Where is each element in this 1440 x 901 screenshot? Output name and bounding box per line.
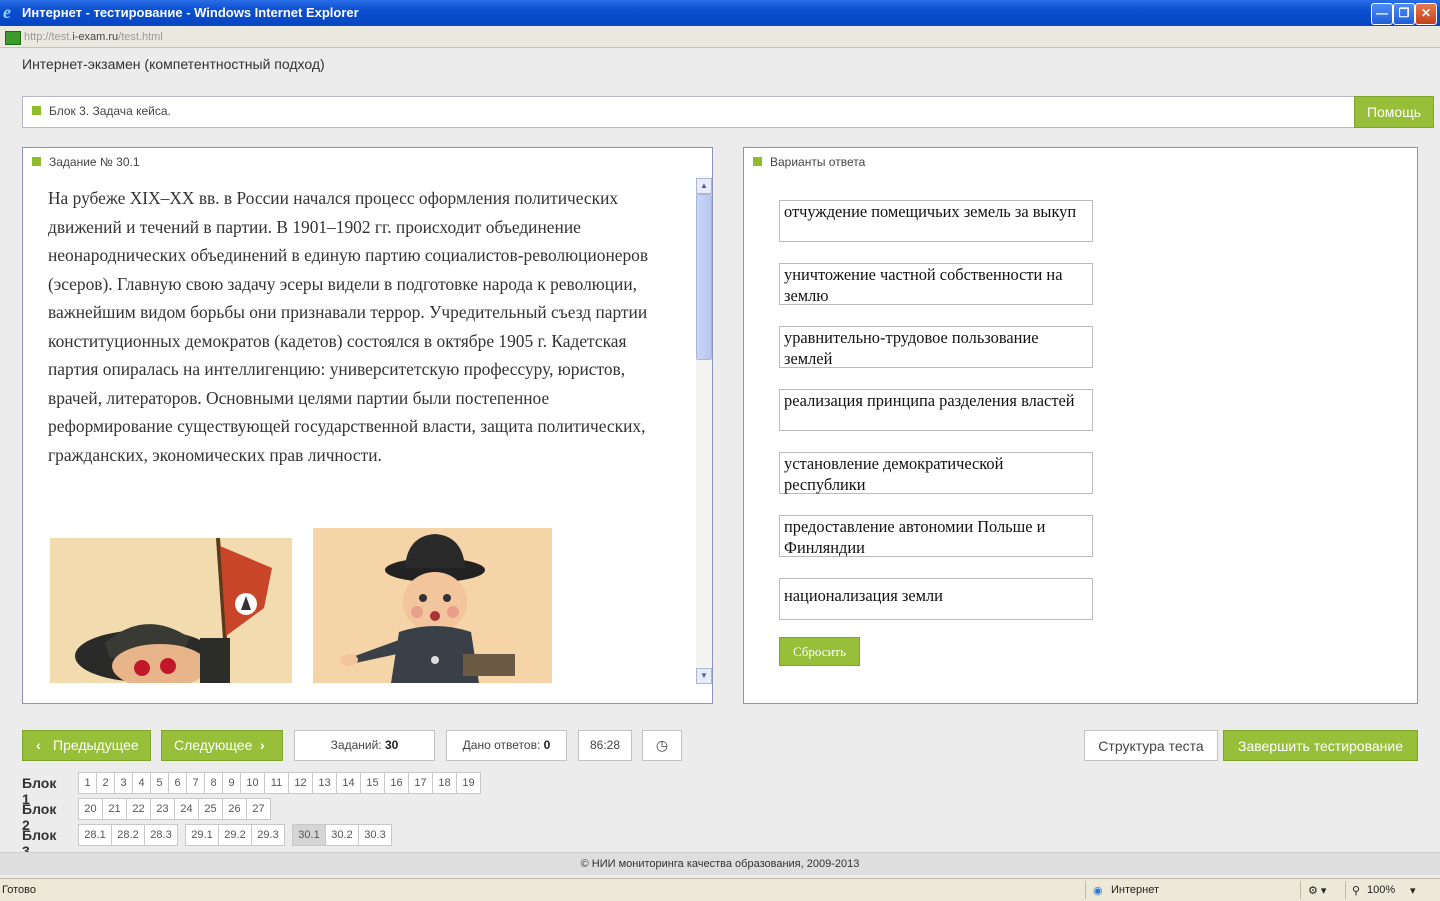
zone-text: Интернет	[1111, 884, 1159, 896]
task-number-27[interactable]: 27	[246, 798, 271, 820]
previous-button[interactable]: ‹ Предыдущее	[22, 730, 151, 761]
task-number-30.2[interactable]: 30.2	[325, 824, 359, 846]
ie-logo-icon: e	[3, 2, 11, 22]
green-square-icon	[32, 106, 41, 115]
task-number-16[interactable]: 16	[384, 772, 409, 794]
task-number-5[interactable]: 5	[150, 772, 169, 794]
task-number-3[interactable]: 3	[114, 772, 133, 794]
status-bar: Готово ◉ Интернет ⚙ ▾ ⚲ 100% ▾	[0, 878, 1440, 901]
test-structure-button[interactable]: Структура теста	[1084, 730, 1218, 761]
task-number-30.1[interactable]: 30.1	[292, 824, 326, 846]
task-number-24[interactable]: 24	[174, 798, 199, 820]
next-label: Следующее	[174, 737, 253, 753]
page-icon	[5, 31, 21, 45]
task-number-8[interactable]: 8	[204, 772, 223, 794]
answered-counter: Дано ответов: 0	[446, 730, 567, 761]
task-number-15[interactable]: 15	[360, 772, 385, 794]
task-number-19[interactable]: 19	[456, 772, 481, 794]
task-number-12[interactable]: 12	[288, 772, 313, 794]
page-title: Интернет-экзамен (компетентностный подхо…	[22, 56, 325, 72]
window-title: Интернет - тестирование - Windows Intern…	[22, 5, 359, 20]
tasks-counter: Заданий: 30	[294, 730, 435, 761]
scroll-up-icon[interactable]: ▲	[696, 178, 712, 194]
task-number-22[interactable]: 22	[126, 798, 151, 820]
task-number-30.3[interactable]: 30.3	[358, 824, 392, 846]
clock-icon[interactable]: ◷	[642, 730, 682, 761]
task-number-21[interactable]: 21	[102, 798, 127, 820]
task-number-13[interactable]: 13	[312, 772, 337, 794]
finish-test-button[interactable]: Завершить тестирование	[1223, 730, 1418, 761]
previous-label: Предыдущее	[53, 737, 139, 753]
chevron-left-icon: ‹	[36, 737, 41, 753]
task-number-29.3[interactable]: 29.3	[251, 824, 285, 846]
task-group: 28.1 28.2 28.3	[78, 824, 178, 846]
protected-mode-icon[interactable]: ⚙ ▾	[1308, 884, 1326, 897]
zoom-icon: ⚲	[1352, 885, 1361, 897]
zoom-dropdown-icon[interactable]: ▾	[1410, 884, 1416, 897]
status-text: Готово	[2, 884, 36, 896]
task-number-26[interactable]: 26	[222, 798, 247, 820]
timer: 86:28	[578, 730, 632, 761]
answer-option[interactable]: установление демократической республики	[779, 452, 1093, 494]
task-number-28.1[interactable]: 28.1	[78, 824, 112, 846]
green-square-icon	[753, 157, 762, 166]
task-number-28.2[interactable]: 28.2	[111, 824, 145, 846]
zoom-level[interactable]: 100%	[1367, 884, 1395, 896]
answer-option[interactable]: отчуждение помещичьих земель за выкуп	[779, 200, 1093, 242]
caricature-image-cadet	[313, 528, 552, 683]
address-bar[interactable]: http://test.i-exam.ru/test.html	[0, 27, 1440, 48]
task-number-23[interactable]: 23	[150, 798, 175, 820]
task-number-4[interactable]: 4	[132, 772, 151, 794]
globe-icon: ◉	[1093, 885, 1103, 897]
footer-copyright: © НИИ мониторинга качества образования, …	[0, 852, 1440, 875]
task-number-1[interactable]: 1	[78, 772, 97, 794]
task-number-17[interactable]: 17	[408, 772, 433, 794]
task-number-25[interactable]: 25	[198, 798, 223, 820]
task-number-6[interactable]: 6	[168, 772, 187, 794]
task-number-29.1[interactable]: 29.1	[185, 824, 219, 846]
task-number-11[interactable]: 11	[264, 772, 289, 794]
task-group: 29.1 29.2 29.3	[185, 824, 285, 846]
task-scrollbar[interactable]: ▲ ▼	[696, 176, 712, 684]
answer-option[interactable]: национализация земли	[779, 578, 1093, 620]
minimize-icon[interactable]: —	[1371, 3, 1393, 25]
caricature-image-socialist	[50, 538, 292, 683]
window-title-bar: e Интернет - тестирование - Windows Inte…	[0, 0, 1440, 26]
answer-option[interactable]: уравнительно-трудовое пользование землей	[779, 326, 1093, 368]
next-button[interactable]: Следующее ›	[161, 730, 283, 761]
task-group: 30.1 30.2 30.3	[292, 824, 392, 846]
reset-button[interactable]: Сбросить	[779, 637, 860, 666]
answer-option[interactable]: уничтожение частной собственности на зем…	[779, 263, 1093, 305]
task-number-7[interactable]: 7	[186, 772, 205, 794]
task-group: 20 21 22 23 24 25 26 27	[78, 798, 271, 820]
task-number-2[interactable]: 2	[96, 772, 115, 794]
green-square-icon	[32, 157, 41, 166]
task-number-14[interactable]: 14	[336, 772, 361, 794]
task-number-29.2[interactable]: 29.2	[218, 824, 252, 846]
task-number-28.3[interactable]: 28.3	[144, 824, 178, 846]
scroll-down-icon[interactable]: ▼	[696, 668, 712, 684]
chevron-right-icon: ›	[260, 737, 265, 753]
answers-panel: Варианты ответа отчуждение помещичьих зе…	[743, 147, 1418, 704]
close-icon[interactable]: ✕	[1415, 3, 1437, 25]
block-header: Блок 3. Задача кейса. Помощь	[22, 96, 1434, 128]
scroll-thumb[interactable]	[696, 194, 712, 360]
answers-title: Варианты ответа	[770, 155, 866, 169]
restore-icon[interactable]: ❐	[1393, 3, 1415, 25]
task-number-18[interactable]: 18	[432, 772, 457, 794]
task-group: 1 2 3 4 5 6 7 8 9 10 11 12 13 14 15 16 17 18 19	[78, 772, 481, 794]
task-title: Задание № 30.1	[49, 155, 140, 169]
task-number-20[interactable]: 20	[78, 798, 103, 820]
answer-option[interactable]: предоставление автономии Польше и Финлян…	[779, 515, 1093, 557]
task-number-10[interactable]: 10	[240, 772, 265, 794]
task-text: На рубеже XIX–XX вв. в России начался пр…	[48, 188, 649, 465]
answer-option[interactable]: реализация принципа разделения властей	[779, 389, 1093, 431]
url-text[interactable]: http://test.i-exam.ru/test.html	[24, 31, 163, 43]
block-label: Блок 3. Задача кейса.	[49, 104, 171, 118]
help-button[interactable]: Помощь	[1354, 96, 1434, 128]
task-number-9[interactable]: 9	[222, 772, 241, 794]
task-panel: Задание № 30.1 На рубеже XIX–XX вв. в Ро…	[22, 147, 713, 704]
